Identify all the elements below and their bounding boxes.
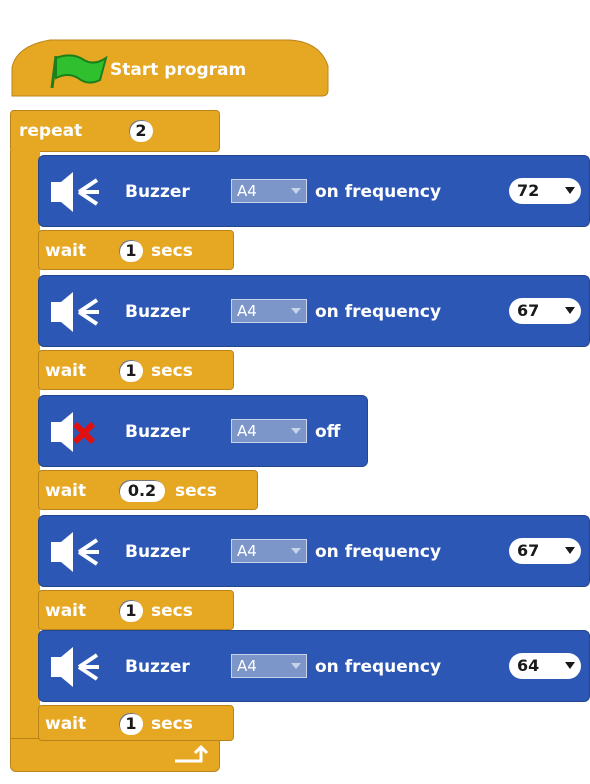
- pin-dropdown[interactable]: A4: [231, 654, 307, 678]
- buzzer-on-block[interactable]: Buzzer A4 on frequency 67: [38, 275, 590, 347]
- secs-label: secs: [151, 714, 193, 734]
- pin-value: A4: [237, 422, 257, 440]
- dropdown-arrow-icon: [291, 663, 301, 669]
- secs-label: secs: [175, 481, 217, 501]
- buzzer-on-block[interactable]: Buzzer A4 on frequency 67: [38, 515, 590, 587]
- dropdown-arrow-icon: [291, 428, 301, 434]
- wait-seconds-input[interactable]: 0.2: [119, 480, 165, 502]
- wait-label: wait: [45, 714, 87, 734]
- pin-value: A4: [237, 657, 257, 675]
- loop-arrow-icon: [171, 744, 211, 771]
- dropdown-arrow-icon: [565, 307, 575, 314]
- frequency-value: 64: [517, 656, 540, 675]
- frequency-dropdown[interactable]: 72: [509, 178, 581, 204]
- start-program-hat-block[interactable]: Start program: [10, 28, 330, 100]
- wait-block[interactable]: wait 1 secs: [38, 705, 234, 741]
- speaker-on-icon: [49, 530, 105, 578]
- green-flag-icon: [48, 50, 108, 94]
- repeat-c-arm: [10, 150, 40, 740]
- buzzer-on-block[interactable]: Buzzer A4 on frequency 64: [38, 630, 590, 702]
- wait-label: wait: [45, 601, 87, 621]
- secs-label: secs: [151, 241, 193, 261]
- frequency-dropdown[interactable]: 67: [509, 298, 581, 324]
- frequency-value: 67: [517, 541, 540, 560]
- buzzer-action-label: on frequency: [315, 657, 442, 677]
- pin-value: A4: [237, 542, 257, 560]
- wait-block[interactable]: wait 1 secs: [38, 230, 234, 270]
- secs-label: secs: [151, 601, 193, 621]
- pin-dropdown[interactable]: A4: [231, 299, 307, 323]
- script-canvas: Start program repeat 2 Buzzer A4 on freq…: [0, 0, 590, 784]
- buzzer-action-label: on frequency: [315, 182, 442, 202]
- frequency-dropdown[interactable]: 64: [509, 653, 581, 679]
- dropdown-arrow-icon: [565, 547, 575, 554]
- pin-value: A4: [237, 182, 257, 200]
- speaker-on-icon: [49, 170, 105, 218]
- wait-block[interactable]: wait 1 secs: [38, 590, 234, 630]
- hat-label: Start program: [110, 60, 247, 80]
- dropdown-arrow-icon: [565, 662, 575, 669]
- buzzer-label: Buzzer: [125, 182, 190, 202]
- repeat-block[interactable]: repeat 2: [10, 110, 220, 152]
- buzzer-label: Buzzer: [125, 422, 190, 442]
- repeat-label: repeat: [19, 121, 83, 141]
- pin-value: A4: [237, 302, 257, 320]
- secs-label: secs: [151, 361, 193, 381]
- frequency-value: 72: [517, 181, 540, 200]
- wait-label: wait: [45, 241, 87, 261]
- wait-seconds-input[interactable]: 1: [119, 600, 143, 622]
- pin-dropdown[interactable]: A4: [231, 419, 307, 443]
- speaker-muted-icon: [49, 410, 105, 458]
- frequency-value: 67: [517, 301, 540, 320]
- repeat-bottom-arm: [10, 738, 220, 772]
- buzzer-action-label: on frequency: [315, 302, 442, 322]
- buzzer-label: Buzzer: [125, 657, 190, 677]
- wait-block[interactable]: wait 0.2 secs: [38, 470, 258, 510]
- wait-label: wait: [45, 481, 87, 501]
- wait-seconds-input[interactable]: 1: [119, 240, 143, 262]
- buzzer-off-block[interactable]: Buzzer A4 off: [38, 395, 368, 467]
- buzzer-on-block[interactable]: Buzzer A4 on frequency 72: [38, 155, 590, 227]
- wait-block[interactable]: wait 1 secs: [38, 350, 234, 390]
- pin-dropdown[interactable]: A4: [231, 539, 307, 563]
- dropdown-arrow-icon: [291, 188, 301, 194]
- speaker-on-icon: [49, 645, 105, 693]
- pin-dropdown[interactable]: A4: [231, 179, 307, 203]
- dropdown-arrow-icon: [291, 548, 301, 554]
- wait-label: wait: [45, 361, 87, 381]
- buzzer-label: Buzzer: [125, 542, 190, 562]
- buzzer-label: Buzzer: [125, 302, 190, 322]
- wait-seconds-input[interactable]: 1: [119, 360, 143, 382]
- buzzer-action-label: on frequency: [315, 542, 442, 562]
- wait-seconds-input[interactable]: 1: [119, 713, 143, 735]
- dropdown-arrow-icon: [291, 308, 301, 314]
- buzzer-action-label: off: [315, 422, 341, 442]
- frequency-dropdown[interactable]: 67: [509, 538, 581, 564]
- dropdown-arrow-icon: [565, 187, 575, 194]
- speaker-on-icon: [49, 290, 105, 338]
- repeat-count-input[interactable]: 2: [129, 120, 153, 142]
